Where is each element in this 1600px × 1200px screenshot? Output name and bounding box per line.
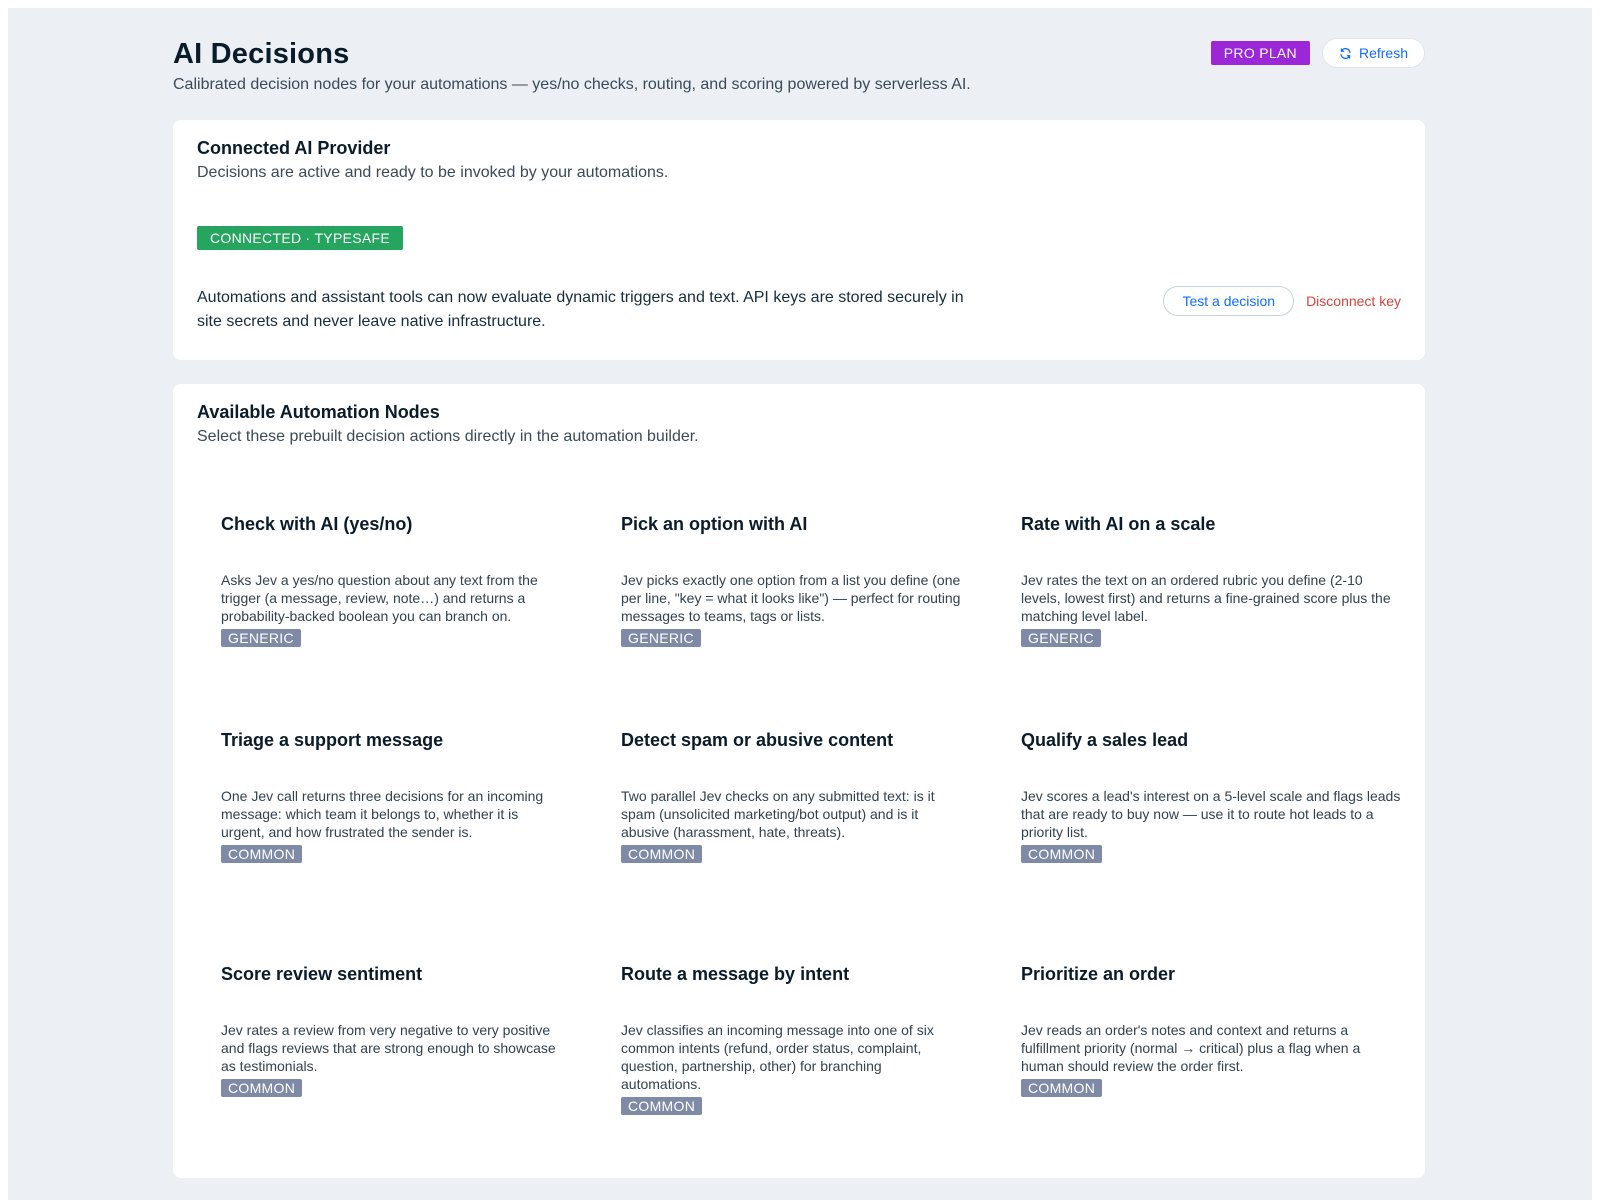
page-header: AI Decisions Calibrated decision nodes f…: [173, 8, 1425, 120]
plan-badge: PRO PLAN: [1210, 41, 1310, 65]
node-route-intent[interactable]: Route a message by intent Jev classifies…: [621, 959, 1021, 1116]
node-title: Rate with AI on a scale: [1021, 514, 1216, 534]
nodes-card: Available Automation Nodes Select these …: [173, 384, 1425, 1178]
provider-title: Connected AI Provider: [197, 138, 391, 158]
node-description: One Jev call returns three decisions for…: [221, 788, 544, 840]
status-badge: CONNECTED · TYPESAFE: [197, 226, 403, 250]
node-description: Jev classifies an incoming message into …: [621, 1022, 934, 1092]
page-title: AI Decisions: [173, 38, 350, 70]
provider-subtitle: Decisions are active and ready to be inv…: [197, 164, 669, 181]
app-background: AI Decisions Calibrated decision nodes f…: [8, 8, 1592, 1200]
node-description: Two parallel Jev checks on any submitted…: [621, 788, 935, 840]
node-tag: GENERIC: [221, 629, 301, 647]
node-prioritize-order[interactable]: Prioritize an order Jev reads an order's…: [1021, 959, 1401, 1116]
node-tag: COMMON: [621, 845, 703, 863]
node-tag: COMMON: [221, 1079, 303, 1097]
disconnect-key-link[interactable]: Disconnect key: [1306, 293, 1401, 309]
node-tag: COMMON: [1021, 1079, 1103, 1097]
node-tag: COMMON: [1021, 845, 1103, 863]
node-qualify-lead[interactable]: Qualify a sales lead Jev scores a lead's…: [1021, 725, 1401, 959]
node-description: Jev scores a lead's interest on a 5-leve…: [1021, 788, 1401, 840]
node-description: Asks Jev a yes/no question about any tex…: [221, 572, 538, 624]
node-tag: GENERIC: [621, 629, 701, 647]
main-content: AI Decisions Calibrated decision nodes f…: [173, 8, 1425, 1178]
page-subtitle: Calibrated decision nodes for your autom…: [173, 76, 971, 93]
node-title: Route a message by intent: [621, 964, 850, 984]
nodes-title: Available Automation Nodes: [197, 402, 440, 422]
node-row: Score review sentiment Jev rates a revie…: [221, 959, 1401, 1116]
node-title: Score review sentiment: [221, 964, 423, 984]
refresh-icon: [1340, 47, 1351, 59]
node-title: Triage a support message: [221, 730, 444, 750]
node-row: Check with AI (yes/no) Asks Jev a yes/no…: [221, 509, 1401, 725]
header-actions: PRO PLAN Refresh: [1210, 38, 1425, 68]
node-description: Jev reads an order's notes and context a…: [1021, 1022, 1361, 1074]
node-title: Qualify a sales lead: [1021, 730, 1189, 750]
node-description: Jev rates the text on an ordered rubric …: [1021, 572, 1391, 624]
node-tag: COMMON: [221, 845, 303, 863]
provider-actions: Test a decision Disconnect key: [1163, 286, 1401, 316]
node-row: Triage a support message One Jev call re…: [221, 725, 1401, 959]
refresh-label: Refresh: [1358, 45, 1408, 61]
node-title: Detect spam or abusive content: [621, 730, 894, 750]
node-pick-option[interactable]: Pick an option with AI Jev picks exactly…: [621, 509, 1021, 725]
node-tag: GENERIC: [1021, 629, 1101, 647]
node-title: Check with AI (yes/no): [221, 514, 413, 534]
node-title: Prioritize an order: [1021, 964, 1176, 984]
node-triage-support[interactable]: Triage a support message One Jev call re…: [221, 725, 621, 959]
node-review-sentiment[interactable]: Score review sentiment Jev rates a revie…: [221, 959, 621, 1116]
node-rate-scale[interactable]: Rate with AI on a scale Jev rates the te…: [1021, 509, 1401, 725]
provider-card: Connected AI Provider Decisions are acti…: [173, 120, 1425, 360]
provider-description: Automations and assistant tools can now …: [197, 289, 964, 330]
refresh-button[interactable]: Refresh: [1321, 38, 1425, 68]
node-description: Jev picks exactly one option from a list…: [621, 572, 961, 624]
nodes-grid: Check with AI (yes/no) Asks Jev a yes/no…: [221, 509, 1401, 1116]
node-title: Pick an option with AI: [621, 514, 808, 534]
nodes-subtitle: Select these prebuilt decision actions d…: [197, 428, 699, 445]
node-description: Jev rates a review from very negative to…: [221, 1022, 556, 1074]
node-check-yes-no[interactable]: Check with AI (yes/no) Asks Jev a yes/no…: [221, 509, 621, 725]
node-tag: COMMON: [621, 1097, 703, 1115]
test-decision-button[interactable]: Test a decision: [1163, 286, 1295, 316]
node-detect-spam[interactable]: Detect spam or abusive content Two paral…: [621, 725, 1021, 959]
